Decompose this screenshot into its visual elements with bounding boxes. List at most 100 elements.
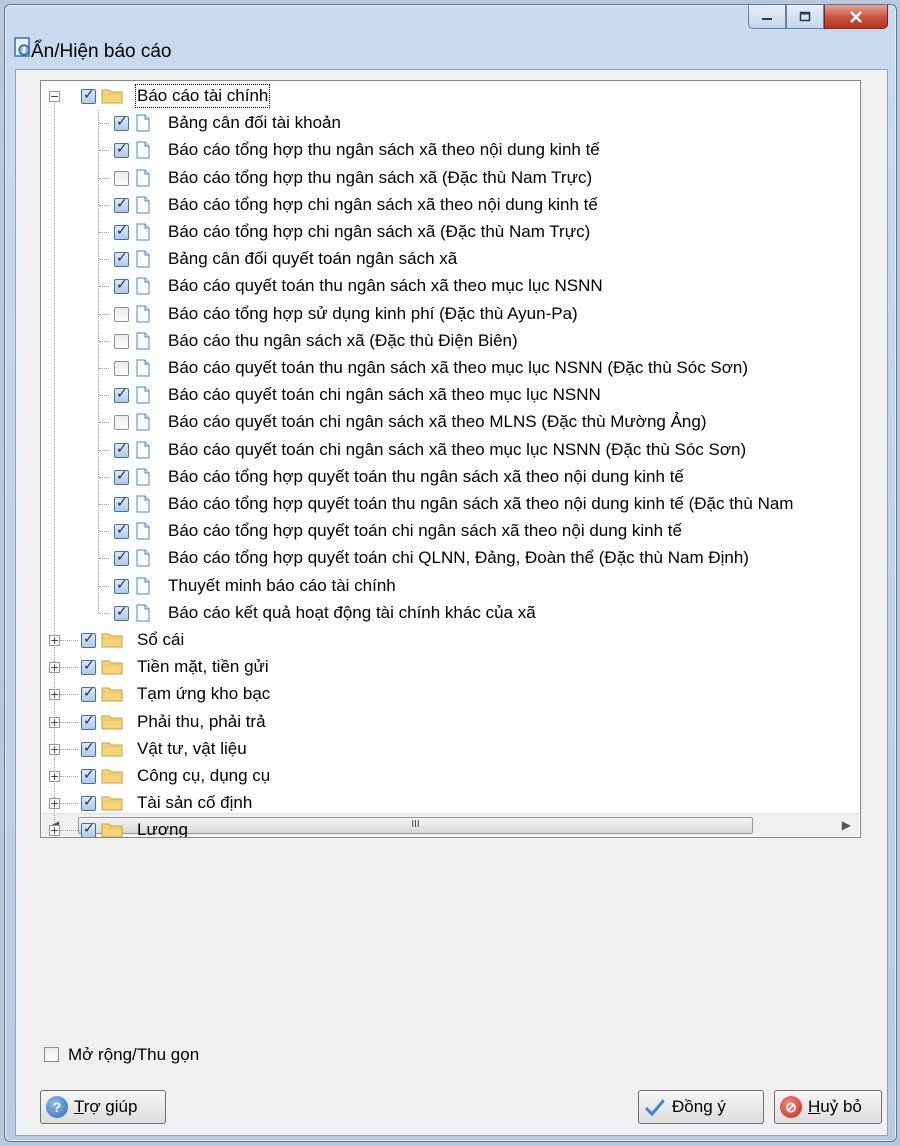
tree-checkbox[interactable]: ✓	[81, 794, 96, 812]
tree-node-folder[interactable]: + ✓ Tài sản cố định	[41, 790, 851, 817]
tree-checkbox[interactable]: ✓	[114, 114, 129, 132]
tree-item-label[interactable]: Báo cáo quyết toán chi ngân sách xã theo…	[168, 440, 746, 460]
tree-item-label[interactable]: Báo cáo quyết toán chi ngân sách xã theo…	[168, 385, 601, 405]
tree-item-label[interactable]: Báo cáo quyết toán thu ngân sách xã theo…	[168, 358, 748, 378]
tree-checkbox[interactable]: ✓	[114, 522, 129, 540]
tree-item-label[interactable]: Phải thu, phải trả	[137, 712, 266, 732]
tree-checkbox[interactable]: ✓	[114, 495, 129, 512]
tree-checkbox[interactable]	[114, 306, 129, 322]
expand-toggle-icon[interactable]: +	[49, 825, 60, 837]
tree-node-report[interactable]: ✓ Báo cáo quyết toán chi ngân sách xã the…	[41, 437, 851, 464]
tree-node-report[interactable]: ✓ Báo cáo tổng hợp thu ngân sách xã theo …	[41, 137, 851, 164]
tree-checkbox[interactable]: ✓	[114, 277, 129, 295]
tree-checkbox[interactable]: ✓	[81, 87, 96, 104]
tree-item-label[interactable]: Báo cáo tổng hợp quyết toán chi ngân sác…	[168, 521, 682, 541]
tree-checkbox[interactable]: ✓	[114, 604, 129, 621]
tree-item-label[interactable]: Thuyết minh báo cáo tài chính	[168, 576, 396, 596]
tree-item-label[interactable]: Báo cáo tổng hợp sử dụng kinh phí (Đặc t…	[168, 304, 578, 324]
tree-item-label[interactable]: Lương	[137, 820, 188, 837]
tree-checkbox[interactable]: ✓	[81, 631, 96, 648]
tree-item-label[interactable]: Công cụ, dụng cụ	[137, 766, 270, 786]
tree-node-report[interactable]: ✓ Báo cáo tổng hợp quyết toán chi ngân sá…	[41, 518, 851, 545]
tree-checkbox[interactable]: ✓	[114, 441, 129, 458]
tree-node-report[interactable]: Báo cáo quyết toán thu ngân sách xã theo…	[41, 355, 851, 382]
tree-node-report[interactable]: ✓ Bảng cân đối quyết toán ngân sách xã	[41, 246, 851, 273]
tree-checkbox[interactable]: ✓	[114, 577, 129, 594]
tree-node-folder[interactable]: + ✓ Tiền mặt, tiền gửi	[41, 654, 851, 681]
expand-toggle-icon[interactable]: +	[49, 743, 60, 755]
tree-node-folder[interactable]: + ✓ Lương	[41, 817, 851, 837]
tree-item-label[interactable]: Bảng cân đối tài khoản	[168, 113, 341, 133]
tree-item-label[interactable]: Báo cáo tổng hợp chi ngân sách xã (Đặc t…	[168, 222, 590, 242]
tree-item-label[interactable]: Tiền mặt, tiền gửi	[137, 657, 269, 677]
tree-checkbox[interactable]: ✓	[81, 740, 96, 757]
tree-checkbox[interactable]: ✓	[114, 196, 129, 213]
tree-checkbox[interactable]	[114, 415, 129, 431]
tree-checkbox[interactable]: ✓	[114, 141, 129, 159]
tree-node-folder[interactable]: + ✓ Công cụ, dụng cụ	[41, 763, 851, 790]
tree-node-folder[interactable]: + ✓ Sổ cái	[41, 627, 851, 654]
tree-checkbox[interactable]: ✓	[114, 549, 129, 567]
tree-node-report[interactable]: ✓ Bảng cân đối tài khoản	[41, 110, 851, 137]
minimize-button[interactable]	[748, 5, 786, 29]
tree-item-label[interactable]: Bảng cân đối quyết toán ngân sách xã	[168, 249, 457, 269]
report-tree[interactable]: ◀ III ▶ −✓Báo cáo tài chính✓Bảng cân đối…	[40, 80, 861, 838]
tree-item-label[interactable]: Báo cáo tổng hợp thu ngân sách xã (Đặc t…	[168, 168, 592, 188]
tree-checkbox[interactable]: ✓	[81, 685, 96, 703]
tree-checkbox[interactable]: ✓	[81, 821, 96, 837]
tree-node-report[interactable]: ✓ Báo cáo quyết toán thu ngân sách xã the…	[41, 273, 851, 300]
tree-checkbox[interactable]: ✓	[81, 767, 96, 784]
tree-checkbox[interactable]: ✓	[81, 713, 96, 730]
expand-toggle-icon[interactable]: +	[49, 798, 60, 810]
collapse-toggle-icon[interactable]: −	[49, 91, 60, 102]
expand-toggle-icon[interactable]: +	[49, 635, 60, 646]
tree-item-label[interactable]: Báo cáo tổng hợp quyết toán thu ngân sác…	[168, 494, 793, 514]
tree-item-label[interactable]: Báo cáo tài chính	[134, 84, 271, 108]
expand-toggle-icon[interactable]: +	[49, 716, 60, 728]
tree-item-label[interactable]: Tạm ứng kho bạc	[137, 684, 270, 704]
tree-node-report[interactable]: Báo cáo thu ngân sách xã (Đặc thù Điện B…	[41, 328, 851, 355]
tree-item-label[interactable]: Báo cáo kết quả hoạt động tài chính khác…	[168, 603, 536, 623]
expand-toggle-icon[interactable]: +	[49, 689, 60, 701]
tree-checkbox[interactable]	[114, 361, 129, 376]
tree-node-report[interactable]: ✓ Báo cáo tổng hợp quyết toán thu ngân sá…	[41, 491, 851, 518]
expand-collapse-label[interactable]: Mở rộng/Thu gọn	[68, 1045, 199, 1065]
tree-node-report[interactable]: ✓ Báo cáo quyết toán chi ngân sách xã the…	[41, 382, 851, 409]
tree-checkbox[interactable]: ✓	[114, 223, 129, 240]
tree-checkbox[interactable]: ✓	[81, 658, 96, 676]
tree-item-label[interactable]: Báo cáo quyết toán chi ngân sách xã theo…	[168, 412, 707, 432]
expand-collapse-checkbox[interactable]	[44, 1047, 59, 1062]
cancel-button[interactable]: ⊘ Huỷ bỏ	[774, 1090, 882, 1124]
tree-node-report[interactable]: ✓ Báo cáo tổng hợp chi ngân sách xã theo …	[41, 192, 851, 219]
expand-toggle-icon[interactable]: +	[49, 662, 60, 674]
tree-item-label[interactable]: Vật tư, vật liệu	[137, 739, 247, 759]
tree-item-label[interactable]: Báo cáo thu ngân sách xã (Đặc thù Điện B…	[168, 331, 518, 351]
tree-node-root[interactable]: − ✓ Báo cáo tài chính	[41, 83, 851, 110]
tree-node-report[interactable]: Báo cáo quyết toán chi ngân sách xã theo…	[41, 409, 851, 436]
tree-item-label[interactable]: Báo cáo tổng hợp quyết toán thu ngân sác…	[168, 467, 684, 487]
tree-item-label[interactable]: Sổ cái	[137, 630, 184, 650]
tree-checkbox[interactable]	[114, 170, 129, 186]
tree-item-label[interactable]: Báo cáo tổng hợp chi ngân sách xã theo n…	[168, 195, 598, 215]
ok-button[interactable]: Đồng ý	[638, 1090, 764, 1124]
tree-item-label[interactable]: Báo cáo quyết toán thu ngân sách xã theo…	[168, 276, 603, 296]
expand-toggle-icon[interactable]: +	[49, 771, 60, 782]
tree-item-label[interactable]: Tài sản cố định	[137, 793, 252, 813]
tree-node-folder[interactable]: + ✓ Vật tư, vật liệu	[41, 736, 851, 763]
tree-checkbox[interactable]: ✓	[114, 468, 129, 485]
tree-node-folder[interactable]: + ✓ Tạm ứng kho bạc	[41, 681, 851, 708]
tree-node-report[interactable]: ✓ Báo cáo tổng hợp chi ngân sách xã (Đặc …	[41, 219, 851, 246]
maximize-button[interactable]	[786, 5, 824, 29]
tree-node-report[interactable]: ✓ Báo cáo tổng hợp quyết toán chi QLNN, Đ…	[41, 545, 851, 572]
help-button[interactable]: ? Trợ giúp	[40, 1090, 166, 1124]
tree-checkbox[interactable]	[114, 333, 129, 349]
tree-item-label[interactable]: Báo cáo tổng hợp thu ngân sách xã theo n…	[168, 140, 600, 160]
tree-node-report[interactable]: ✓ Báo cáo kết quả hoạt động tài chính khá…	[41, 600, 851, 627]
tree-node-report[interactable]: Báo cáo tổng hợp thu ngân sách xã (Đặc t…	[41, 165, 851, 192]
tree-item-label[interactable]: Báo cáo tổng hợp quyết toán chi QLNN, Đả…	[168, 548, 749, 568]
tree-checkbox[interactable]: ✓	[114, 386, 129, 404]
tree-node-report[interactable]: ✓ Thuyết minh báo cáo tài chính	[41, 573, 851, 600]
tree-node-folder[interactable]: + ✓ Phải thu, phải trả	[41, 709, 851, 736]
close-button[interactable]	[824, 5, 888, 29]
tree-node-report[interactable]: Báo cáo tổng hợp sử dụng kinh phí (Đặc t…	[41, 301, 851, 328]
